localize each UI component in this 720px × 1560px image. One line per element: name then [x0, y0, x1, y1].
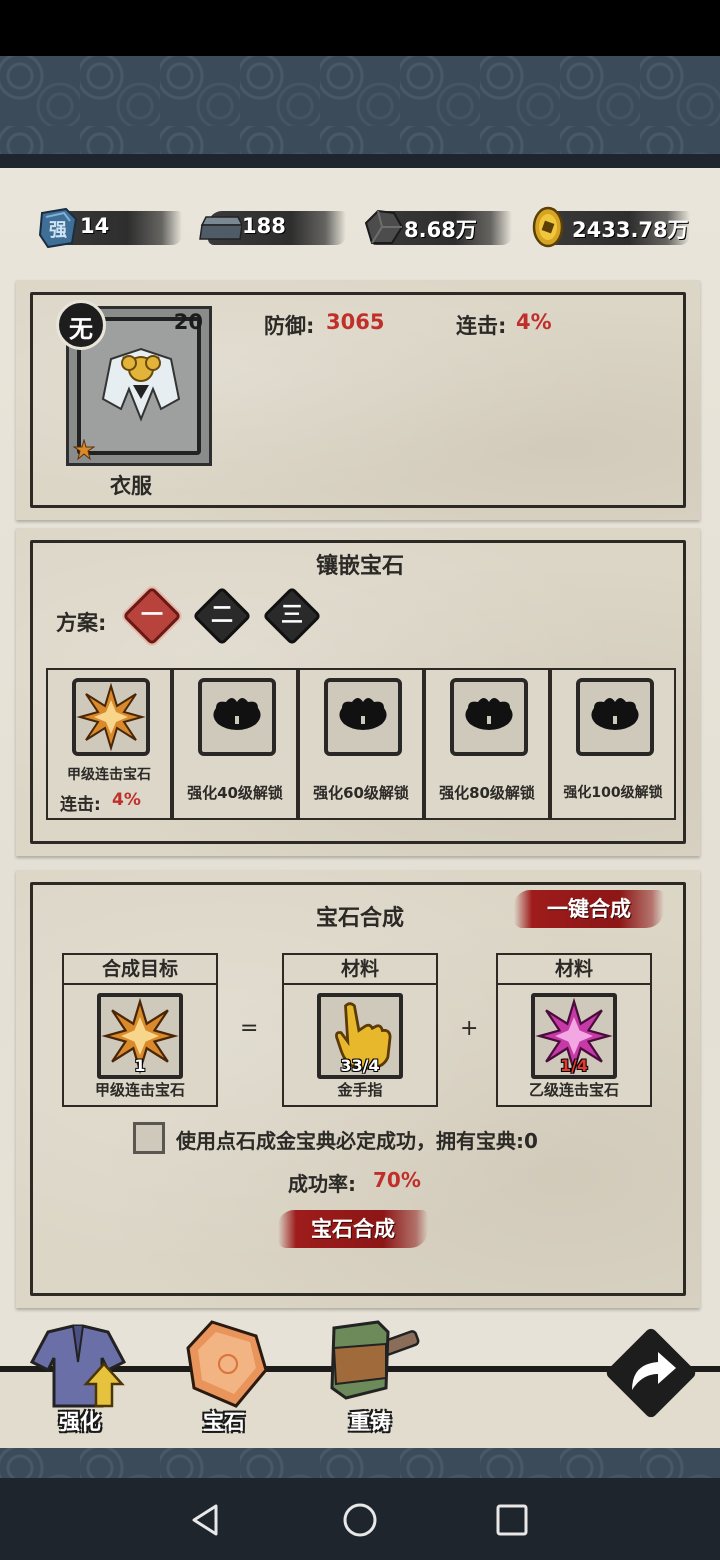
resource-gold: 2433.78万	[528, 203, 690, 251]
synthesis-material-1[interactable]: 材料 33/4 金手指	[282, 953, 438, 1107]
material-name: 乙级连击宝石	[528, 1081, 619, 1099]
stat-defense-value: 3065	[326, 310, 385, 334]
material-slot: 1/4	[531, 993, 617, 1079]
stat-combo-label: 连击:	[456, 314, 507, 338]
stat-combo-value: 4%	[516, 310, 552, 334]
header-divider	[0, 154, 720, 168]
lock-icon	[465, 698, 513, 730]
back-icon[interactable]	[186, 1500, 226, 1540]
forward-arrow-icon	[632, 1352, 676, 1390]
unlock-requirement: 强化40级解锁	[187, 784, 283, 802]
hammer-icon	[330, 1320, 420, 1400]
material-name: 金手指	[337, 1081, 383, 1099]
item-count: 1/4	[559, 1056, 589, 1075]
lock-icon	[213, 698, 261, 730]
item-count: 33/4	[340, 1056, 380, 1075]
synthesis-material-2[interactable]: 材料 1/4 乙级连击宝石	[496, 953, 652, 1107]
plan-tab-3[interactable]: 三	[262, 586, 322, 646]
strengthen-stone-icon: 强	[38, 207, 78, 249]
unlock-requirement: 强化60级解锁	[313, 784, 409, 802]
resource-value: 14	[80, 214, 110, 238]
plus-sign: +	[460, 1016, 479, 1041]
lock-icon	[339, 698, 387, 730]
tab-label: 宝石	[203, 1410, 245, 1434]
gem-slot-1[interactable]: 甲级连击宝石 连击: 4%	[46, 668, 172, 820]
plan-tab-2[interactable]: 二	[192, 586, 252, 646]
return-button[interactable]	[604, 1326, 698, 1420]
material-header: 材料	[498, 955, 650, 985]
header-pattern	[0, 56, 720, 154]
grade-badge: 无	[56, 300, 106, 350]
gem-tab-icon	[186, 1320, 268, 1408]
material-header: 材料	[284, 955, 436, 985]
robe-upgrade-icon	[29, 1324, 127, 1408]
resource-ore: 8.68万	[360, 203, 512, 251]
gem-stat-value: 4%	[112, 790, 141, 810]
footer-pattern	[0, 1448, 720, 1478]
gem-slot-frame	[72, 678, 150, 756]
recents-icon[interactable]	[494, 1502, 530, 1538]
gem-star-icon	[73, 439, 95, 461]
gem-slot-3-locked[interactable]: 强化60级解锁	[298, 668, 424, 820]
tab-strengthen[interactable]: 强化	[28, 1322, 132, 1434]
stat-defense-label: 防御:	[264, 314, 315, 338]
synthesis-target[interactable]: 合成目标 1 甲级连击宝石	[62, 953, 218, 1107]
status-bar	[0, 0, 720, 56]
one-click-synthesis-button[interactable]: 一键合成	[514, 890, 664, 928]
tab-label: 重铸	[349, 1410, 391, 1434]
success-rate-value: 70%	[373, 1168, 421, 1192]
equipment-name: 衣服	[110, 474, 152, 498]
gem-name: 甲级连击宝石	[67, 767, 151, 783]
resource-value: 2433.78万	[572, 218, 689, 242]
system-nav-bar	[0, 1478, 720, 1560]
equipment-level: 20	[173, 310, 203, 334]
success-rate-label: 成功率:	[288, 1172, 356, 1196]
gem-slot-5-locked[interactable]: 强化100级解锁	[550, 668, 676, 820]
resource-value: 8.68万	[404, 218, 477, 242]
material-slot: 33/4	[317, 993, 403, 1079]
synthesize-button[interactable]: 宝石合成	[278, 1210, 428, 1248]
unlock-requirement: 强化80级解锁	[439, 784, 535, 802]
resource-value: 188	[242, 214, 286, 238]
combo-gem-gold-icon	[76, 682, 146, 752]
unlock-requirement: 强化100级解锁	[563, 785, 663, 801]
equals-sign: =	[240, 1016, 259, 1041]
resource-iron-ingot: 188	[198, 203, 346, 251]
gold-coin-icon	[532, 206, 564, 248]
gem-slot-4-locked[interactable]: 强化80级解锁	[424, 668, 550, 820]
gem-slot-2-locked[interactable]: 强化40级解锁	[172, 668, 298, 820]
synthesis-target-header: 合成目标	[64, 955, 216, 985]
ore-icon	[364, 209, 404, 244]
plan-label: 方案:	[56, 611, 107, 635]
target-gem-slot: 1	[97, 993, 183, 1079]
inlay-title: 镶嵌宝石	[315, 554, 404, 579]
home-icon[interactable]	[340, 1500, 380, 1540]
tab-label: 强化	[59, 1410, 101, 1434]
iron-ingot-icon	[199, 216, 242, 240]
lock-icon	[591, 698, 639, 730]
plan-tab-1[interactable]: 一	[122, 586, 182, 646]
item-count: 1	[134, 1056, 146, 1075]
robe-icon	[101, 347, 181, 422]
svg-text:强: 强	[49, 220, 67, 241]
guarantee-checkbox-label: 使用点石成金宝典必定成功，拥有宝典:0	[176, 1129, 538, 1153]
resource-strengthen-stone: 强 14	[36, 203, 182, 251]
gem-stat-label: 连击:	[60, 795, 101, 815]
tab-reforge[interactable]: 重铸	[326, 1318, 426, 1434]
guarantee-checkbox[interactable]	[133, 1122, 165, 1154]
target-gem-name: 甲级连击宝石	[94, 1081, 185, 1099]
tab-gem[interactable]: 宝石	[178, 1318, 278, 1434]
